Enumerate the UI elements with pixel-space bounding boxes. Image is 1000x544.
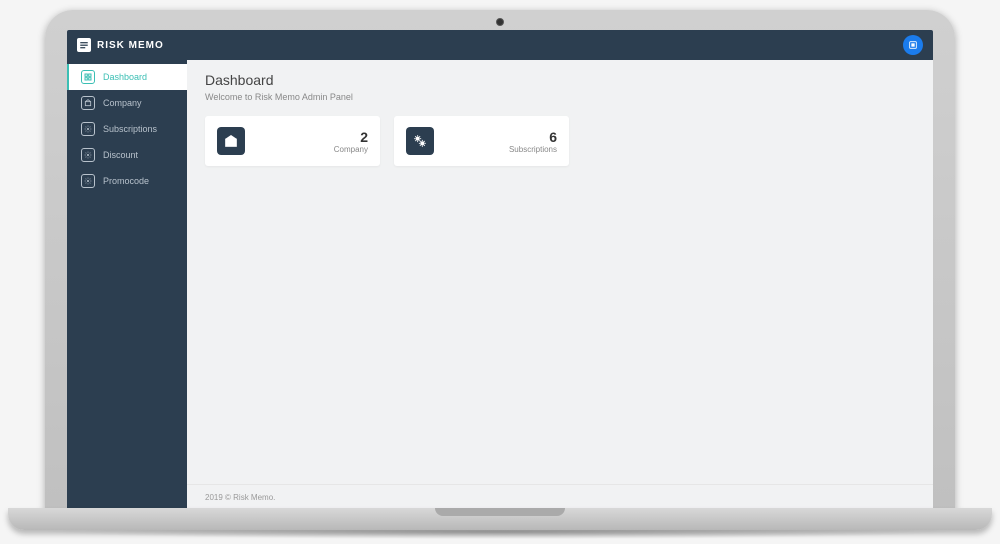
gear-icon	[81, 148, 95, 162]
sidebar-item-subscriptions[interactable]: Subscriptions	[67, 116, 187, 142]
stat-label: Company	[245, 145, 368, 154]
gears-icon	[406, 127, 434, 155]
sidebar-item-label: Subscriptions	[103, 124, 157, 134]
sidebar-item-dashboard[interactable]: Dashboard	[67, 64, 187, 90]
topbar: RISK MEMO	[67, 30, 933, 60]
stat-value: 2	[245, 129, 368, 145]
stat-card-subscriptions[interactable]: 6 Subscriptions	[394, 116, 569, 166]
page-subtitle: Welcome to Risk Memo Admin Panel	[205, 92, 915, 102]
sidebar-item-discount[interactable]: Discount	[67, 142, 187, 168]
stat-label: Subscriptions	[434, 145, 557, 154]
stat-value: 6	[434, 129, 557, 145]
laptop-base	[8, 508, 992, 530]
sidebar-item-company[interactable]: Company	[67, 90, 187, 116]
gear-icon	[81, 122, 95, 136]
laptop-camera-icon	[496, 18, 504, 26]
app-screen: RISK MEMO Dashboard Company	[67, 30, 933, 510]
main-content: Dashboard Welcome to Risk Memo Admin Pan…	[187, 60, 933, 510]
company-icon	[81, 96, 95, 110]
sidebar-item-label: Promocode	[103, 176, 149, 186]
footer: 2019 © Risk Memo.	[187, 484, 933, 510]
gear-icon	[81, 174, 95, 188]
footer-text: 2019 © Risk Memo.	[205, 493, 275, 502]
sidebar-item-label: Company	[103, 98, 142, 108]
company-icon	[217, 127, 245, 155]
brand-name: RISK MEMO	[97, 40, 164, 51]
laptop-frame: RISK MEMO Dashboard Company	[45, 10, 955, 510]
sidebar: Dashboard Company Subscriptions	[67, 60, 187, 510]
stat-card-company[interactable]: 2 Company	[205, 116, 380, 166]
topbar-action-button[interactable]	[903, 35, 923, 55]
dashboard-icon	[81, 70, 95, 84]
brand[interactable]: RISK MEMO	[77, 38, 164, 52]
brand-logo-icon	[77, 38, 91, 52]
sidebar-item-promocode[interactable]: Promocode	[67, 168, 187, 194]
stats-row: 2 Company 6 Subscriptions	[205, 116, 915, 166]
page-title: Dashboard	[205, 72, 915, 88]
sidebar-item-label: Discount	[103, 150, 138, 160]
sidebar-item-label: Dashboard	[103, 72, 147, 82]
